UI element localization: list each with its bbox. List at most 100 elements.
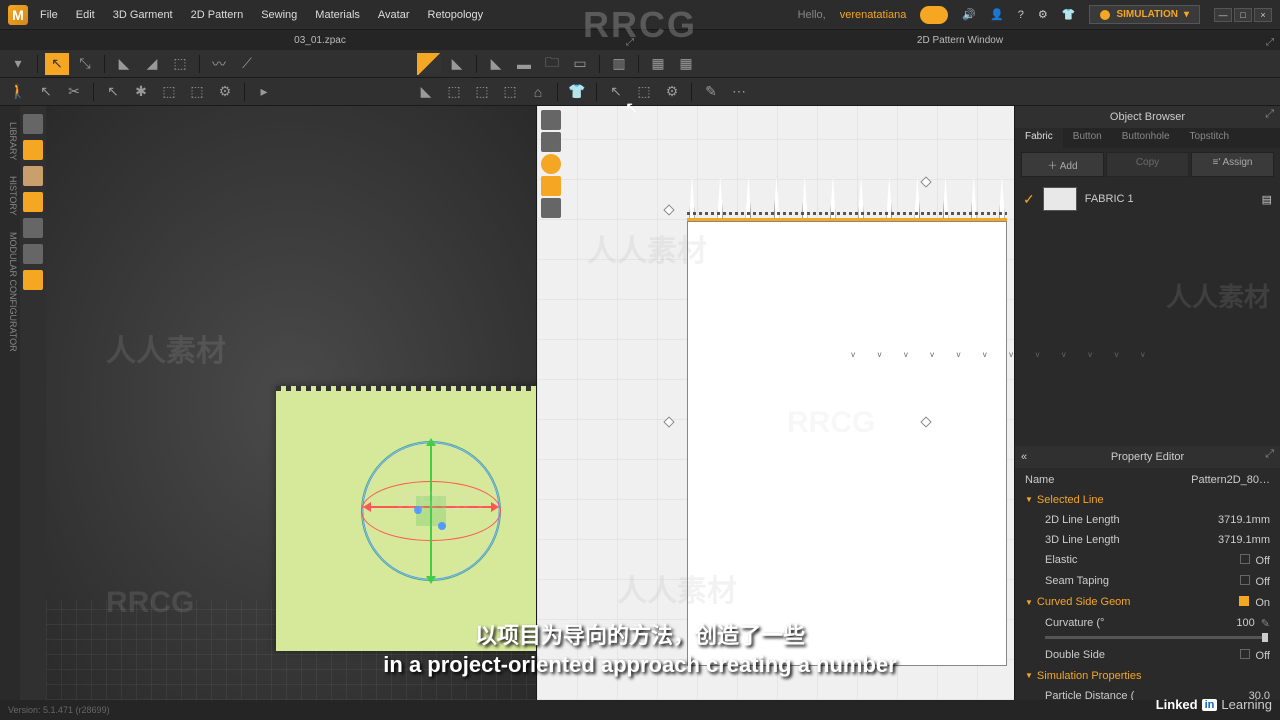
menu-2dpattern[interactable]: 2D Pattern bbox=[191, 9, 244, 21]
tool-grid[interactable]: ▦ bbox=[646, 53, 670, 75]
tool-layers[interactable]: ▭ bbox=[568, 53, 592, 75]
transform-gizmo[interactable] bbox=[356, 436, 506, 586]
tool-select[interactable]: ↖ bbox=[45, 53, 69, 75]
popout-icon[interactable]: ⤢ bbox=[1265, 448, 1274, 461]
tab-fabric[interactable]: Fabric bbox=[1015, 128, 1063, 148]
prop-elastic-value[interactable]: Off bbox=[1170, 554, 1270, 567]
2d-icon-1[interactable] bbox=[541, 110, 561, 130]
close-button[interactable]: × bbox=[1254, 8, 1272, 22]
copy-button[interactable]: Copy bbox=[1106, 152, 1189, 177]
popout-icon[interactable]: ⤢ bbox=[1265, 108, 1274, 121]
tool-g1[interactable]: ◣ bbox=[414, 81, 438, 103]
section-sim-props[interactable]: ▼ Simulation Properties bbox=[1015, 666, 1280, 686]
tool-dots[interactable]: ⋯ bbox=[727, 81, 751, 103]
tool-iron[interactable]: ⌂ bbox=[526, 81, 550, 103]
pattern-piece[interactable]: vvvvvvvvvvvv bbox=[687, 221, 1007, 666]
collapse-icon[interactable]: « bbox=[1021, 451, 1027, 463]
prop-double-value[interactable]: Off bbox=[1170, 649, 1270, 662]
user-icon[interactable]: 👤 bbox=[990, 8, 1004, 21]
fabric-swatch[interactable] bbox=[1043, 187, 1077, 211]
tool-grid2[interactable]: ▦ bbox=[674, 53, 698, 75]
texture-view-icon[interactable] bbox=[23, 140, 43, 160]
tab-topstitch[interactable]: Topstitch bbox=[1180, 128, 1239, 148]
tool-f7[interactable]: ▸ bbox=[252, 81, 276, 103]
tool-e[interactable]: ◣ bbox=[484, 53, 508, 75]
vtab-library[interactable]: LIBRARY bbox=[0, 114, 20, 168]
add-button[interactable]: ＋ Add bbox=[1021, 152, 1104, 177]
tool-walk[interactable]: 🚶 bbox=[6, 81, 30, 103]
section-curved-side[interactable]: ▼ Curved Side Geom On bbox=[1015, 592, 1280, 613]
tool-g3[interactable]: ⬚ bbox=[470, 81, 494, 103]
shirt-view-icon[interactable] bbox=[23, 114, 43, 134]
tool-g4[interactable]: ⬚ bbox=[498, 81, 522, 103]
tool-move[interactable]: ⤡ bbox=[73, 53, 97, 75]
tool-a[interactable]: ◣ bbox=[112, 53, 136, 75]
username[interactable]: verenatatiana bbox=[840, 9, 907, 21]
tool-h2[interactable]: ⬚ bbox=[632, 81, 656, 103]
tool-triangle[interactable] bbox=[417, 53, 441, 75]
vtab-modular[interactable]: MODULAR CONFIGURATOR bbox=[0, 224, 20, 360]
prop-2dline-value[interactable]: 3719.1mm bbox=[1170, 514, 1270, 526]
gizmo-handle[interactable] bbox=[438, 522, 446, 530]
tool-shirt[interactable]: 👕 bbox=[565, 81, 589, 103]
2d-icon-info[interactable] bbox=[541, 154, 561, 174]
fabric-item[interactable]: ✓ FABRIC 1 ▤ bbox=[1015, 181, 1280, 217]
shirt-icon[interactable]: 👕 bbox=[1062, 8, 1076, 21]
menu-file[interactable]: File bbox=[40, 9, 58, 21]
tool-curve[interactable]: 〰 bbox=[207, 53, 231, 75]
tab-button[interactable]: Button bbox=[1063, 128, 1112, 148]
tool-pen[interactable]: ✎ bbox=[699, 81, 723, 103]
menu-avatar[interactable]: Avatar bbox=[378, 9, 410, 21]
tab-2d-window[interactable]: 2D Pattern Window ⤢ bbox=[640, 35, 1280, 46]
tool-c[interactable]: ⬚ bbox=[168, 53, 192, 75]
menu-3dgarment[interactable]: 3D Garment bbox=[113, 9, 173, 21]
curvature-slider[interactable] bbox=[1045, 636, 1268, 639]
prop-seam-value[interactable]: Off bbox=[1170, 575, 1270, 588]
gear-icon[interactable]: ⚙ bbox=[1038, 8, 1048, 21]
cloud-icon[interactable] bbox=[920, 6, 948, 24]
fabric-menu-icon[interactable]: ▤ bbox=[1262, 193, 1272, 206]
tool-dropdown[interactable]: ▾ bbox=[6, 53, 30, 75]
popout-icon[interactable]: ⤢ bbox=[1266, 37, 1274, 48]
tool-d[interactable]: ◣ bbox=[445, 53, 469, 75]
tool-f6[interactable]: ⬚ bbox=[185, 81, 209, 103]
tool-f2[interactable]: ✂ bbox=[62, 81, 86, 103]
minimize-button[interactable]: — bbox=[1214, 8, 1232, 22]
tool-gear[interactable]: ⚙ bbox=[213, 81, 237, 103]
tool-rect[interactable]: ▬ bbox=[512, 53, 536, 75]
prop-curvature-value[interactable]: 100 bbox=[1155, 617, 1255, 629]
2d-icon-5[interactable] bbox=[541, 198, 561, 218]
tool-gear2[interactable]: ⚙ bbox=[660, 81, 684, 103]
vtab-history[interactable]: HISTORY bbox=[0, 168, 20, 224]
2d-icon-2[interactable] bbox=[541, 132, 561, 152]
tool-f5[interactable]: ⬚ bbox=[157, 81, 181, 103]
tool-line[interactable]: ⟋ bbox=[235, 53, 259, 75]
section-selected-line[interactable]: ▼ Selected Line bbox=[1015, 490, 1280, 510]
menu-sewing[interactable]: Sewing bbox=[261, 9, 297, 21]
prop-3dline-value[interactable]: 3719.1mm bbox=[1170, 534, 1270, 546]
tool-f4[interactable]: ✱ bbox=[129, 81, 153, 103]
pattern-icon[interactable] bbox=[23, 218, 43, 238]
tool-f1[interactable]: ↖ bbox=[34, 81, 58, 103]
tool-g2[interactable]: ⬚ bbox=[442, 81, 466, 103]
prop-name-value[interactable]: Pattern2D_80… bbox=[1170, 474, 1270, 486]
3d-viewport[interactable]: 人人素材 RRCG RRCG bbox=[46, 106, 536, 700]
maximize-button[interactable]: □ bbox=[1234, 8, 1252, 22]
help-icon[interactable]: ? bbox=[1018, 9, 1024, 21]
tool-f3[interactable]: ↖ bbox=[101, 81, 125, 103]
simulation-button[interactable]: SIMULATION ▾ bbox=[1089, 5, 1200, 24]
popout-icon[interactable]: ⤢ bbox=[626, 37, 634, 48]
material-view-icon[interactable] bbox=[23, 192, 43, 212]
tool-h1[interactable]: ↖ bbox=[604, 81, 628, 103]
reset-icon[interactable]: ✎ bbox=[1261, 617, 1270, 630]
avatar-view-icon[interactable] bbox=[23, 166, 43, 186]
tool-folder[interactable]: 🗀 bbox=[540, 53, 564, 75]
tab-buttonhole[interactable]: Buttonhole bbox=[1112, 128, 1180, 148]
menu-edit[interactable]: Edit bbox=[76, 9, 95, 21]
2d-viewport[interactable]: ↖ vvvvvvvvvvvv 人人素材 RRCG 人人素材 bbox=[536, 106, 1014, 700]
menu-retopology[interactable]: Retopology bbox=[428, 9, 484, 21]
menu-materials[interactable]: Materials bbox=[315, 9, 360, 21]
sound-icon[interactable]: 🔊 bbox=[962, 8, 976, 21]
globe-icon[interactable] bbox=[23, 270, 43, 290]
assign-button[interactable]: ≡' Assign bbox=[1191, 152, 1274, 177]
